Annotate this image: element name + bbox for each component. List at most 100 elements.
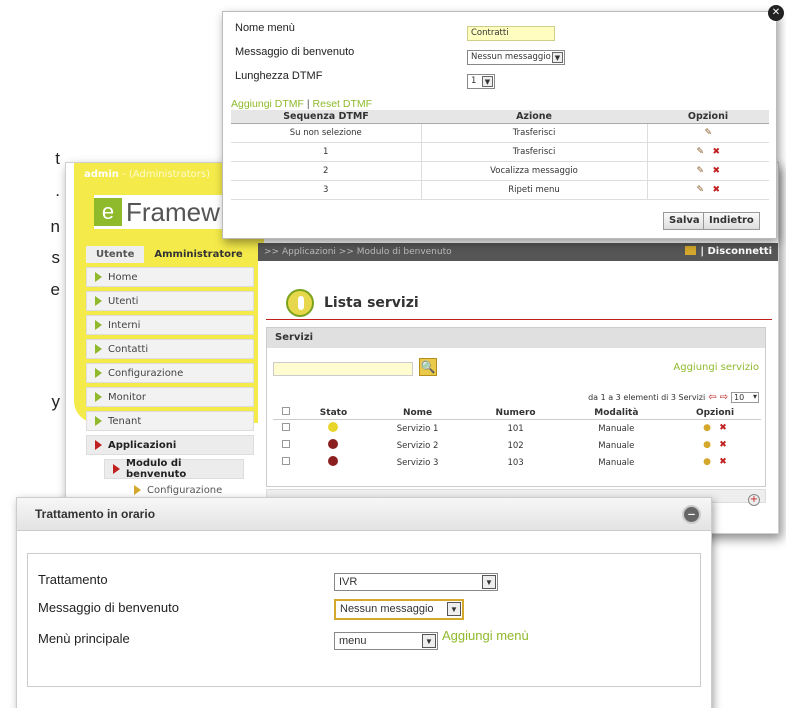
welcome-message-label: Messaggio di benvenuto [38, 600, 179, 615]
arrow-right-icon [113, 464, 120, 474]
edit-icon[interactable]: ✎ [694, 185, 706, 196]
arrow-right-icon [95, 272, 102, 282]
arrow-right-icon [95, 392, 102, 402]
sidebar-item-label: Interni [108, 319, 141, 331]
sidebar-item-monitor[interactable]: Monitor [86, 387, 254, 407]
delete-icon[interactable]: ✖ [717, 440, 729, 451]
treatment-select[interactable]: IVR ▼ [334, 573, 498, 591]
delete-icon[interactable]: ✖ [717, 457, 729, 468]
tab-amministratore[interactable]: Amministratore [144, 246, 253, 263]
services-panel-header: Servizi [267, 328, 765, 348]
chevron-down-icon: ▼ [422, 634, 436, 648]
search-button[interactable]: 🔍 [419, 358, 437, 376]
sidebar-item-applicazioni[interactable]: Applicazioni [86, 435, 254, 455]
configure-icon[interactable]: ● [701, 457, 713, 468]
sidebar-item-label: Configurazione [147, 484, 223, 496]
dtmf-action: Trasferisci [421, 123, 648, 143]
table-row: Servizio 1 101 Manuale ● ✖ [273, 420, 761, 438]
add-service-link[interactable]: Aggiungi servizio [673, 362, 759, 373]
add-dtmf-link[interactable]: Aggiungi DTMF [231, 98, 304, 110]
sidebar-item-label: Tenant [108, 415, 142, 427]
service-number: 103 [507, 457, 524, 468]
dtmf-links: Aggiungi DTMF | Reset DTMF [231, 98, 372, 110]
expand-plus-icon[interactable]: + [748, 494, 760, 506]
table-row: Servizio 3 103 Manuale ● ✖ [273, 454, 761, 471]
logout-link[interactable]: | Disconnetti [700, 246, 772, 257]
arrow-right-icon [134, 485, 141, 495]
chevron-down-icon: ▼ [447, 602, 461, 616]
row-checkbox[interactable] [282, 440, 291, 448]
welcome-message-value: Nessun messaggio [340, 603, 434, 615]
prev-page-icon[interactable]: ⇦ [708, 392, 716, 403]
delete-icon[interactable]: ✖ [710, 147, 722, 158]
row-options: ● ✖ [669, 420, 761, 438]
sidebar-item-configurazione[interactable]: Configurazione [86, 363, 254, 383]
dtmf-action: Vocalizza messaggio [421, 161, 648, 181]
add-menu-link[interactable]: Aggiungi menù [442, 628, 529, 643]
arrow-right-icon [95, 344, 102, 354]
select-all-checkbox[interactable] [282, 407, 291, 415]
welcome-message-value: Nessun messaggio [471, 52, 551, 62]
chevron-down-icon: ▼ [552, 52, 563, 63]
select-all-cell [273, 406, 300, 420]
save-button[interactable]: Salva [663, 212, 706, 230]
admin-username: admin [84, 169, 119, 180]
dtmf-menu-dialog: ✕ Nome menù Contratti Messaggio di benve… [222, 5, 784, 239]
admin-role: - (Administrators) [118, 169, 211, 180]
arrow-right-icon [95, 416, 102, 426]
breadcrumb-bar: >> Applicazioni >> Modulo di benvenuto |… [258, 243, 778, 261]
dtmf-length-label: Lunghezza DTMF [235, 70, 323, 82]
service-number: 101 [507, 423, 524, 434]
bg-letter: s [51, 248, 61, 267]
welcome-message-select[interactable]: Nessun messaggio ▼ [467, 50, 565, 65]
next-page-icon[interactable]: ⇨ [720, 392, 728, 403]
services-panel: Servizi 🔍 Aggiungi servizio da 1 a 3 ele… [266, 327, 766, 487]
col-header: Nome [367, 406, 468, 420]
edit-icon[interactable]: ✎ [694, 147, 706, 158]
sidebar-item-interni[interactable]: Interni [86, 315, 254, 335]
breadcrumb: >> Applicazioni >> Modulo di benvenuto [264, 247, 452, 257]
welcome-message-select[interactable]: Nessun messaggio ▼ [334, 599, 464, 620]
sidebar-item-modulo-benvenuto[interactable]: Modulo di benvenuto [104, 458, 244, 480]
menu-name-label: Nome menù [235, 22, 295, 34]
edit-icon[interactable]: ✎ [694, 166, 706, 177]
delete-icon[interactable]: ✖ [717, 423, 729, 434]
row-checkbox[interactable] [282, 423, 291, 431]
sidebar-item-configurazione-sub[interactable]: Configurazione [126, 483, 244, 497]
tab-utente[interactable]: Utente [86, 246, 145, 263]
sidebar-item-label: Monitor [108, 391, 147, 403]
sidebar-item-contatti[interactable]: Contatti [86, 339, 254, 359]
admin-user-label: admin - (Administrators) [84, 169, 210, 180]
page-size-select[interactable]: 10 [731, 392, 759, 403]
link-separator: | [306, 98, 310, 110]
dtmf-length-select[interactable]: 1 ▼ [467, 74, 495, 89]
business-hours-panel: Trattamento in orario – Trattamento IVR ▼… [16, 497, 712, 708]
sidebar-item-utenti[interactable]: Utenti [86, 291, 254, 311]
sidebar-item-home[interactable]: Home [86, 267, 254, 287]
status-dot-icon [328, 439, 339, 449]
home-icon[interactable] [685, 246, 697, 255]
configure-icon[interactable]: ● [701, 423, 713, 434]
sidebar-item-label: Applicazioni [108, 439, 177, 451]
dtmf-action: Trasferisci [421, 142, 648, 162]
logo-text: Framew [126, 196, 220, 227]
delete-icon[interactable]: ✖ [710, 185, 722, 196]
row-options: ✎ ✖ [647, 180, 769, 200]
row-checkbox[interactable] [282, 457, 291, 465]
reset-dtmf-link[interactable]: Reset DTMF [313, 98, 373, 110]
delete-icon[interactable]: ✖ [710, 166, 722, 177]
pager-info: da 1 a 3 elementi di 3 Servizi [588, 393, 706, 402]
main-menu-select[interactable]: menu ▼ [334, 632, 438, 650]
configure-icon[interactable]: ● [701, 440, 713, 451]
collapse-minus-icon[interactable]: – [682, 505, 701, 524]
table-header-row: Sequenza DTMF Azione Opzioni [231, 110, 769, 124]
table-row: 1 Trasferisci ✎ ✖ [231, 142, 769, 162]
search-input[interactable] [273, 362, 413, 376]
background-text: t . n s e y [0, 0, 60, 450]
table-header-row: Stato Nome Numero Modalità Opzioni [273, 406, 761, 420]
menu-name-input[interactable]: Contratti [467, 26, 555, 41]
back-button[interactable]: Indietro [703, 212, 760, 230]
close-icon[interactable]: ✕ [768, 5, 784, 21]
sidebar-item-tenant[interactable]: Tenant [86, 411, 254, 431]
edit-icon[interactable]: ✎ [702, 128, 714, 139]
